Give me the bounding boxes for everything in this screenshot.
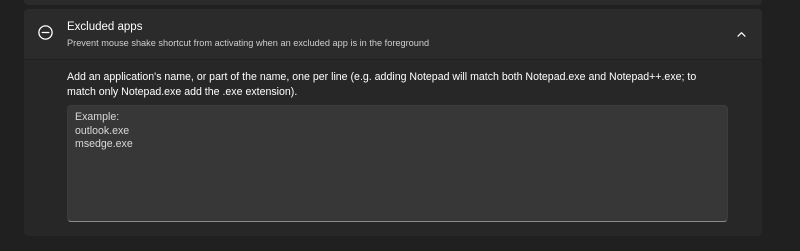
textbox-line: outlook.exe (75, 124, 130, 137)
chevron-up-icon (736, 31, 746, 37)
excluded-apps-textbox[interactable]: Example: outlook.exe msedge.exe (67, 105, 728, 222)
collapse-button[interactable] (730, 23, 752, 45)
excluded-apps-expander-content: Add an application's name, or part of th… (24, 60, 762, 236)
setting-description: Prevent mouse shake shortcut from activa… (67, 38, 430, 48)
previous-setting-card (24, 0, 762, 5)
block-icon (37, 24, 54, 41)
excluded-apps-expander-header[interactable]: Excluded apps Prevent mouse shake shortc… (24, 9, 762, 59)
textbox-line: msedge.exe (75, 138, 133, 150)
setting-title: Excluded apps (67, 21, 143, 33)
instructions-text: Add an application's name, or part of th… (67, 71, 697, 98)
textbox-line: Example: (75, 111, 120, 123)
